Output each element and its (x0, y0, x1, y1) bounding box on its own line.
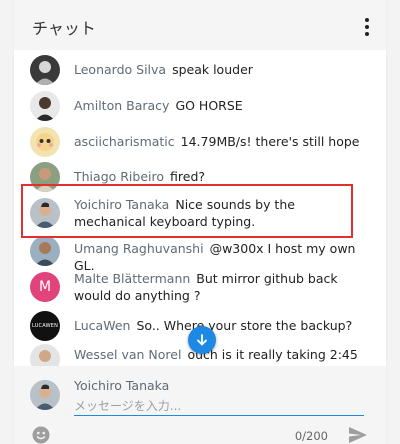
avatar[interactable] (30, 236, 60, 266)
arrow-down-icon (197, 334, 207, 346)
message-author[interactable]: LucaWen (74, 318, 130, 333)
send-icon[interactable] (348, 426, 368, 444)
avatar[interactable]: M (30, 272, 60, 302)
avatar[interactable]: LUCAWEN (30, 311, 60, 341)
message-text: 14.79MB/s! there's still hope (180, 134, 360, 149)
avatar-logo-text: LUCAWEN (31, 323, 59, 329)
message-author[interactable]: Amilton Baracy (74, 98, 169, 113)
avatar[interactable] (30, 55, 60, 85)
message-text: speak louder (172, 62, 253, 77)
message-author[interactable]: Umang Raghuvanshi (74, 241, 204, 256)
message-input[interactable] (74, 396, 364, 416)
message-author[interactable]: Wessel van Norel (74, 347, 181, 362)
chat-panel: チャット Leonardo Silva speak louder Amilton … (14, 0, 386, 444)
message-author[interactable]: Thiago Ribeiro (74, 169, 164, 184)
message-author[interactable]: Malte Blättermann (74, 271, 190, 286)
avatar[interactable] (30, 344, 60, 366)
avatar[interactable] (30, 127, 60, 157)
composer-avatar (30, 380, 60, 410)
message-text: So.. Where your store the backup? (136, 318, 353, 333)
chat-header: チャット (14, 0, 386, 50)
message-list[interactable]: Leonardo Silva speak louder Amilton Barac… (14, 50, 386, 366)
scroll-to-bottom-button[interactable] (188, 326, 216, 354)
avatar[interactable] (30, 91, 60, 121)
composer-author: Yoichiro Tanaka (74, 378, 170, 393)
message-composer: Yoichiro Tanaka 0/200 (14, 366, 386, 444)
char-counter: 0/200 (294, 429, 328, 443)
chat-title: チャット (32, 19, 96, 38)
message-text: fired? (170, 169, 206, 184)
message-author[interactable]: Leonardo Silva (74, 62, 166, 77)
emoji-icon[interactable] (32, 426, 50, 444)
avatar-letter: M (38, 279, 52, 295)
message-author[interactable]: asciicharismatic (74, 134, 175, 149)
kebab-menu-icon[interactable] (362, 18, 372, 36)
message-text: GO HORSE (175, 98, 243, 113)
highlight-box (21, 184, 353, 238)
